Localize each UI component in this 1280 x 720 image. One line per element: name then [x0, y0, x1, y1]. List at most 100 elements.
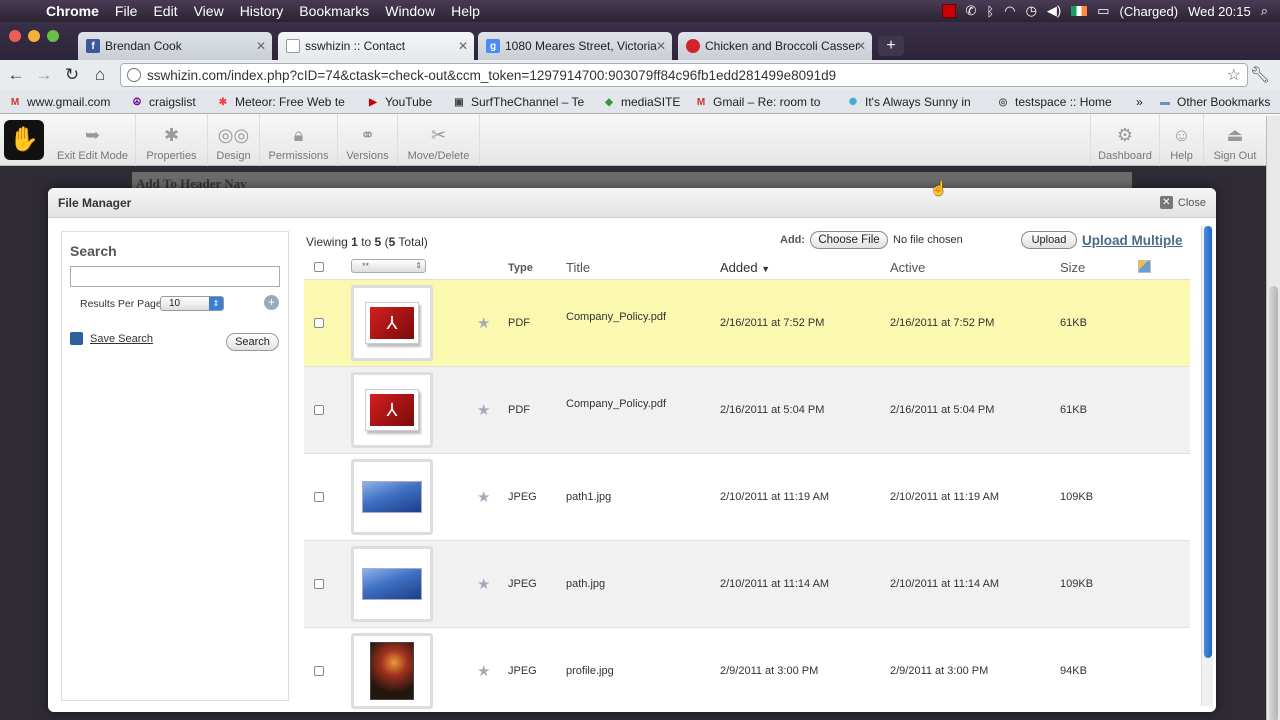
upload-multiple-link[interactable]: Upload Multiple: [1082, 233, 1183, 248]
bookmarks-overflow-button[interactable]: »: [1136, 95, 1143, 109]
bookmark-star-icon[interactable]: ☆: [1227, 65, 1241, 85]
design-button[interactable]: ◎◎ Design: [208, 114, 260, 166]
forward-button[interactable]: →: [30, 65, 58, 85]
bookmark-mediasite[interactable]: ◆ mediaSITE: [602, 95, 680, 109]
dialog-scrollbar[interactable]: [1201, 226, 1213, 706]
minimize-window-icon[interactable]: [28, 30, 40, 42]
help-button[interactable]: ☺ Help: [1160, 114, 1204, 166]
add-field-icon[interactable]: +: [264, 295, 279, 310]
tab-chicken-broccoli[interactable]: Chicken and Broccoli Casserole ✕: [678, 32, 872, 60]
spotlight-icon[interactable]: ⌕: [1261, 3, 1268, 19]
bluetooth-icon[interactable]: ᛒ: [986, 4, 994, 19]
menu-file[interactable]: File: [107, 3, 146, 19]
file-thumbnail[interactable]: [351, 459, 433, 535]
bookmark-surfthechannel[interactable]: ▣ SurfTheChannel – Te: [452, 95, 584, 109]
sign-out-button[interactable]: ⏏ Sign Out: [1204, 114, 1266, 166]
zoom-window-icon[interactable]: [47, 30, 59, 42]
bookmark-gmail-re[interactable]: M Gmail – Re: room to: [694, 95, 821, 109]
choose-file-button[interactable]: Choose File: [810, 231, 888, 249]
file-thumbnail[interactable]: ⅄: [351, 285, 433, 361]
search-button[interactable]: Search: [226, 333, 279, 351]
menu-history[interactable]: History: [232, 3, 292, 19]
dashboard-button[interactable]: ⚙ Dashboard: [1090, 114, 1160, 166]
battery-icon[interactable]: ▭: [1097, 3, 1109, 19]
properties-button[interactable]: ✱ Properties: [136, 114, 208, 166]
column-active[interactable]: Active: [890, 260, 925, 275]
file-thumbnail[interactable]: [351, 633, 433, 709]
file-thumbnail[interactable]: ⅄: [351, 372, 433, 448]
menu-bookmarks[interactable]: Bookmarks: [291, 3, 377, 19]
tab-brendan-cook[interactable]: f Brendan Cook ✕: [78, 32, 272, 60]
search-input[interactable]: [70, 266, 280, 287]
bookmark-youtube[interactable]: ▶ YouTube: [366, 95, 432, 109]
close-tab-icon[interactable]: ✕: [856, 39, 866, 53]
close-tab-icon[interactable]: ✕: [256, 39, 266, 53]
star-icon[interactable]: ★: [477, 662, 490, 680]
row-checkbox[interactable]: [314, 318, 324, 328]
star-icon[interactable]: ★: [477, 488, 490, 506]
close-dialog-button[interactable]: ✕ Close: [1159, 196, 1206, 209]
back-button[interactable]: ←: [2, 65, 30, 85]
phone-icon[interactable]: ✆: [966, 3, 977, 19]
menu-view[interactable]: View: [186, 3, 232, 19]
exit-edit-mode-button[interactable]: ➥ Exit Edit Mode: [50, 114, 136, 166]
save-search-link[interactable]: Save Search: [70, 332, 153, 345]
wrench-icon[interactable]: 🔧︎: [1250, 65, 1270, 85]
clock[interactable]: Wed 20:15: [1188, 4, 1251, 19]
star-icon[interactable]: ★: [477, 314, 490, 332]
menu-edit[interactable]: Edit: [145, 3, 185, 19]
row-checkbox[interactable]: [314, 492, 324, 502]
volume-icon[interactable]: ◀): [1047, 3, 1061, 19]
page-scrollbar-thumb[interactable]: [1269, 286, 1278, 720]
bookmark-craigslist[interactable]: ☮ craigslist: [130, 95, 196, 109]
row-checkbox[interactable]: [314, 405, 324, 415]
column-size[interactable]: Size: [1060, 260, 1085, 275]
new-tab-button[interactable]: +: [878, 36, 904, 56]
bookmark-meteor[interactable]: ✱ Meteor: Free Web te: [216, 95, 345, 109]
other-bookmarks[interactable]: ▬ Other Bookmarks: [1158, 95, 1270, 109]
row-checkbox[interactable]: [314, 579, 324, 589]
address-bar[interactable]: sswhizin.com/index.php?cID=74&ctask=chec…: [120, 63, 1248, 87]
results-per-page-select[interactable]: 10 ⇕: [160, 296, 224, 311]
wifi-icon[interactable]: ◠: [1004, 3, 1015, 19]
bookmark-always-sunny[interactable]: ✺ It's Always Sunny in: [846, 95, 971, 109]
close-window-icon[interactable]: [9, 30, 21, 42]
bookmark-testspace[interactable]: ◎ testspace :: Home: [996, 95, 1112, 109]
star-icon[interactable]: ★: [477, 401, 490, 419]
star-icon[interactable]: ★: [477, 575, 490, 593]
move-delete-button[interactable]: ✂ Move/Delete: [398, 114, 480, 166]
close-tab-icon[interactable]: ✕: [458, 39, 468, 53]
permissions-button[interactable]: 🔒︎ Permissions: [260, 114, 338, 166]
bookmark-gmail[interactable]: Mwww.gmail.com: [8, 95, 111, 109]
reload-button[interactable]: ↻: [58, 65, 86, 85]
menu-help[interactable]: Help: [443, 3, 488, 19]
tab-google-maps[interactable]: g 1080 Meares Street, Victoria ✕: [478, 32, 672, 60]
concrete5-logo-icon[interactable]: ✋: [4, 120, 44, 160]
row-checkbox[interactable]: [314, 666, 324, 676]
home-button[interactable]: ⌂: [86, 65, 114, 85]
column-added[interactable]: Added ▼: [720, 260, 770, 275]
column-type[interactable]: Type: [508, 262, 533, 274]
table-row[interactable]: ⅄ ★ PDF Company_Policy.pdf 2/16/2011 at …: [304, 280, 1190, 367]
page-scrollbar[interactable]: [1266, 116, 1280, 720]
close-tab-icon[interactable]: ✕: [656, 39, 666, 53]
table-row[interactable]: ⅄ ★ PDF Company_Policy.pdf 2/16/2011 at …: [304, 367, 1190, 454]
column-title[interactable]: Title: [566, 260, 590, 275]
column-settings-icon[interactable]: [1138, 260, 1151, 273]
table-row[interactable]: ★ JPEG path1.jpg 2/10/2011 at 11:19 AM 2…: [304, 454, 1190, 541]
select-all-checkbox[interactable]: [314, 262, 324, 272]
versions-button[interactable]: ⚭ Versions: [338, 114, 398, 166]
table-row[interactable]: ★ JPEG path.jpg 2/10/2011 at 11:14 AM 2/…: [304, 541, 1190, 628]
flag-icon[interactable]: [1071, 6, 1088, 16]
file-thumbnail[interactable]: [351, 546, 433, 622]
url-text[interactable]: sswhizin.com/index.php?cID=74&ctask=chec…: [147, 68, 836, 83]
bulk-action-select[interactable]: ** ⇕: [351, 259, 426, 273]
table-row[interactable]: ★ JPEG profile.jpg 2/9/2011 at 3:00 PM 2…: [304, 628, 1190, 712]
menu-app[interactable]: Chrome: [40, 3, 107, 19]
tab-sswhizin-contact[interactable]: sswhizin :: Contact ✕: [278, 32, 474, 60]
record-icon[interactable]: [941, 4, 956, 18]
dialog-scrollbar-thumb[interactable]: [1204, 226, 1212, 658]
upload-button[interactable]: Upload: [1021, 231, 1077, 249]
menu-window[interactable]: Window: [377, 3, 443, 19]
time-machine-icon[interactable]: ◷: [1026, 3, 1037, 19]
